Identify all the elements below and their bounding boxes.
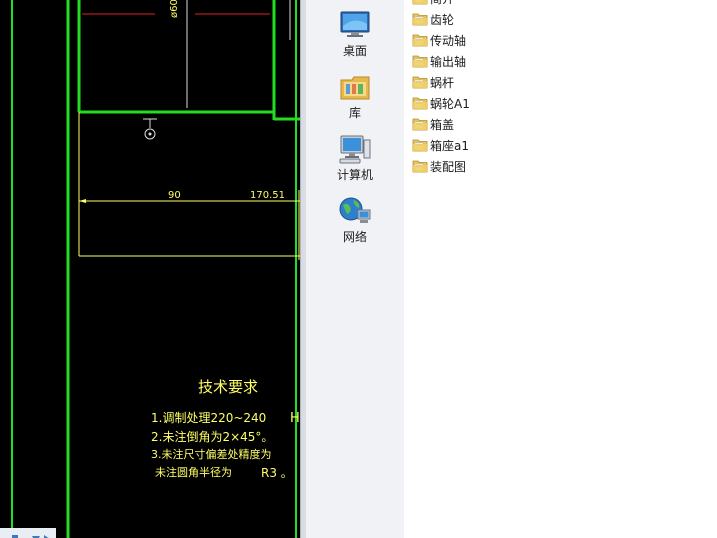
dimension-arrow <box>79 199 86 203</box>
folder-icon <box>412 34 428 47</box>
file-list-item[interactable]: 装配图 <box>412 156 466 176</box>
folder-icon <box>412 13 428 26</box>
file-list-item-name: 蜗轮A1 <box>430 96 470 111</box>
nav-item-computer-label: 计算机 <box>336 168 373 182</box>
tech-line-4-value: R3 。 <box>261 466 293 480</box>
file-list-item[interactable]: 箱盖 <box>412 114 454 134</box>
folder-icon <box>412 139 428 152</box>
nav-item-library[interactable]: 库 <box>306 72 404 121</box>
folder-icon <box>412 160 428 173</box>
tech-line-2: 2.未注倒角为2×45°。 <box>151 430 274 444</box>
file-list-item[interactable]: 蜗轮A1 <box>412 93 470 113</box>
file-list-item[interactable]: 箱座a1 <box>412 135 469 155</box>
tech-line-3: 3.未注尺寸偏差处精度为 <box>151 448 272 461</box>
library-icon <box>340 76 370 100</box>
nav-item-desktop[interactable]: 桌面 <box>306 10 404 59</box>
file-list: 简介齿轮传动轴输出轴蜗杆蜗轮A1 箱盖箱座a1 装配图 <box>404 0 717 538</box>
tech-line-extra: H <box>290 411 300 426</box>
file-list-item[interactable]: 输出轴 <box>412 51 466 71</box>
nav-item-library-label: 库 <box>348 106 361 120</box>
file-list-item[interactable]: 齿轮 <box>412 9 454 29</box>
file-list-item-name: 箱盖 <box>430 117 455 132</box>
tech-line-4: 未注圆角半径为 <box>155 466 232 479</box>
folder-icon <box>412 76 428 89</box>
file-list-item-name: 齿轮 <box>430 12 455 27</box>
file-list-item-name: 装配图 <box>430 159 467 174</box>
file-list-item[interactable]: 简介 <box>412 0 454 8</box>
file-list-item-name: 传动轴 <box>430 33 467 48</box>
datum-symbol-dot <box>148 132 152 136</box>
network-icon <box>339 197 371 223</box>
folder-icon <box>412 0 428 5</box>
folder-icon <box>412 97 428 110</box>
nav-item-computer[interactable]: 计算机 <box>306 134 404 183</box>
navigation-pane: 桌面 库 计算机 网络 <box>306 0 404 538</box>
file-list-item-name: 简介 <box>430 0 454 7</box>
taskbar-icons <box>12 535 49 538</box>
taskbar-fragment <box>0 528 56 538</box>
nav-item-network-label: 网络 <box>342 230 367 244</box>
tech-requirements-title: 技术要求 <box>198 378 259 396</box>
folder-icon <box>412 55 428 68</box>
file-list-item[interactable]: 蜗杆 <box>412 72 454 92</box>
file-list-item-name: 蜗杆 <box>430 75 455 90</box>
vertical-dimension-label: ø60 <box>169 0 180 18</box>
nav-item-network[interactable]: 网络 <box>306 196 404 245</box>
file-list-item-name: 箱座a1 <box>430 138 469 153</box>
dimension-label-170: 170.51 <box>250 190 285 201</box>
cad-drawing-viewport[interactable]: ø60 90 170.51 技术要求 1.调制处理220~240 H 2.未注倒… <box>0 0 300 538</box>
file-list-item[interactable]: 传动轴 <box>412 30 466 50</box>
dimension-label-90: 90 <box>168 190 181 201</box>
tech-line-1: 1.调制处理220~240 <box>151 411 267 425</box>
file-list-item-name: 输出轴 <box>430 54 467 69</box>
screen: ø60 90 170.51 技术要求 1.调制处理220~240 H 2.未注倒… <box>0 0 717 538</box>
computer-icon <box>339 135 371 164</box>
desktop-icon <box>340 11 370 37</box>
folder-icon <box>412 118 428 131</box>
nav-item-desktop-label: 桌面 <box>342 44 367 58</box>
